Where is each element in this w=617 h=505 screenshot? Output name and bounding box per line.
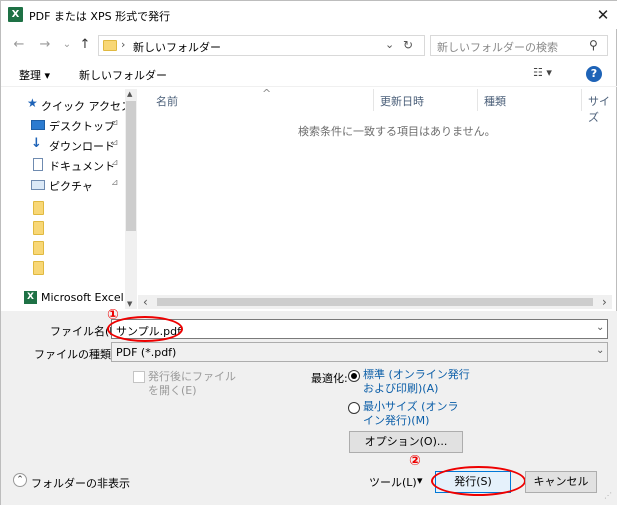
filetype-select[interactable]: PDF (*.pdf) ⌄: [111, 342, 608, 362]
address-bar[interactable]: › 新しいフォルダー ⌄ ↻: [98, 35, 425, 56]
excel-icon: X: [24, 291, 37, 304]
back-arrow-icon[interactable]: ←: [11, 36, 27, 54]
tools-button[interactable]: ツール(L): [369, 474, 417, 490]
sidebar-item-desktop[interactable]: デスクトップ ⊿: [11, 115, 123, 135]
up-arrow-icon[interactable]: ↑: [77, 36, 93, 54]
resize-grip-icon[interactable]: ⋰: [604, 491, 612, 500]
filetype-value: PDF (*.pdf): [116, 346, 177, 359]
sidebar-item-label: ピクチャ: [49, 180, 93, 193]
picture-icon: [31, 180, 45, 190]
empty-message: 検索条件に一致する項目はありません。: [298, 125, 496, 138]
chevron-up-icon[interactable]: ⌃: [13, 473, 27, 487]
new-folder-button[interactable]: 新しいフォルダー: [79, 67, 167, 83]
excel-app-icon: X: [8, 7, 23, 22]
sidebar-item-label: ダウンロード: [49, 140, 115, 153]
refresh-icon[interactable]: ↻: [403, 38, 413, 52]
address-dropdown-icon[interactable]: ⌄: [385, 38, 394, 51]
column-header-type[interactable]: 種類: [478, 89, 582, 111]
close-button[interactable]: ✕: [593, 5, 613, 25]
search-box[interactable]: 新しいフォルダーの検索 ⚲: [430, 35, 608, 56]
sort-ascending-icon: ^: [262, 87, 272, 100]
command-toolbar: 整理 ▾ 新しいフォルダー ☷ ▾ ?: [1, 61, 617, 87]
tools-dropdown-icon[interactable]: ▾: [417, 474, 423, 487]
search-input[interactable]: 新しいフォルダーの検索: [437, 39, 558, 55]
breadcrumb-current-folder[interactable]: 新しいフォルダー: [133, 39, 221, 55]
navigation-pane: ★ クイック アクセス デスクトップ ⊿ ↓ ダウンロード ⊿ ドキュメント ⊿…: [11, 89, 137, 309]
dialog-title: PDF または XPS 形式で発行: [29, 10, 171, 23]
filename-field[interactable]: サンプル.pdf ⌄: [111, 319, 608, 339]
star-icon: ★: [27, 96, 38, 110]
organize-button[interactable]: 整理 ▾: [19, 67, 50, 83]
chevron-down-icon[interactable]: ⌄: [596, 345, 604, 356]
navigation-bar: ← → ⌄ ↑ › 新しいフォルダー ⌄ ↻ 新しいフォルダーの検索 ⚲: [1, 33, 617, 57]
column-label: サイズ: [588, 95, 610, 124]
pin-icon: ⊿: [111, 158, 119, 168]
sidebar-item-downloads[interactable]: ↓ ダウンロード ⊿: [11, 135, 123, 155]
sidebar-item-documents[interactable]: ドキュメント ⊿: [11, 155, 123, 175]
sidebar-item-pictures[interactable]: ピクチャ ⊿: [11, 175, 123, 195]
scroll-down-icon[interactable]: ▼: [127, 300, 132, 308]
folder-icon[interactable]: [33, 241, 44, 255]
annotation-marker-2: ②: [409, 453, 421, 469]
save-dialog: X PDF または XPS 形式で発行 ✕ ← → ⌄ ↑ › 新しいフォルダー…: [0, 0, 617, 505]
folder-icon[interactable]: [33, 261, 44, 275]
desktop-icon: [31, 120, 45, 130]
sidebar-item-label: デスクトップ: [49, 120, 115, 133]
view-options-icon[interactable]: ☷ ▾: [533, 66, 552, 79]
options-button[interactable]: オプション(O)...: [349, 431, 463, 453]
cancel-button[interactable]: キャンセル: [525, 471, 597, 493]
sidebar-item-label: Microsoft Excel: [41, 291, 124, 304]
folder-icon[interactable]: [33, 201, 44, 215]
optimize-standard-label[interactable]: 標準 (オンライン発行および印刷)(A): [363, 368, 473, 396]
sidebar-item-microsoft-excel[interactable]: X Microsoft Excel: [11, 288, 135, 308]
forward-arrow-icon[interactable]: →: [37, 36, 53, 54]
file-list-scroll-thumb[interactable]: [157, 298, 593, 306]
open-after-publish-checkbox[interactable]: [133, 371, 145, 383]
optimize-minimum-label[interactable]: 最小サイズ (オンライン発行)(M): [363, 400, 469, 428]
folder-icon[interactable]: [33, 221, 44, 235]
sidebar-item-label: ドキュメント: [49, 160, 115, 173]
pin-icon: ⊿: [111, 178, 119, 188]
chevron-down-icon[interactable]: ⌄: [596, 322, 604, 333]
optimize-standard-radio[interactable]: [348, 370, 360, 382]
title-bar: X PDF または XPS 形式で発行 ✕: [1, 1, 617, 29]
column-label: 種類: [484, 95, 506, 108]
optimize-label: 最適化:: [311, 372, 348, 385]
folder-icon: [103, 40, 117, 51]
annotation-circle-publish: [431, 466, 526, 496]
pin-icon: ⊿: [111, 118, 119, 128]
recent-locations-icon[interactable]: ⌄: [59, 36, 75, 54]
help-icon[interactable]: ?: [586, 66, 602, 82]
sidebar-item-label: クイック アクセス: [41, 100, 132, 113]
download-icon: ↓: [31, 136, 42, 151]
scroll-up-icon[interactable]: ▲: [127, 90, 132, 98]
column-header-modified[interactable]: 更新日時: [374, 89, 478, 111]
column-label: 更新日時: [380, 95, 424, 108]
optimize-minimum-radio[interactable]: [348, 402, 360, 414]
file-list: 名前 ^ 更新日時 種類 サイズ 検索条件に一致する項目はありません。: [138, 87, 612, 309]
document-icon: [33, 158, 43, 171]
navigation-pane-scroll-thumb[interactable]: [126, 101, 136, 231]
search-icon[interactable]: ⚲: [589, 38, 598, 52]
column-label: 名前: [156, 95, 178, 108]
sidebar-item-quick-access[interactable]: ★ クイック アクセス: [11, 95, 132, 115]
hide-folders-button[interactable]: フォルダーの非表示: [31, 475, 130, 491]
annotation-circle-filename: [107, 316, 183, 342]
open-after-publish-label: 発行後にファイルを開く(E): [148, 370, 236, 397]
scroll-right-icon[interactable]: ›: [602, 295, 607, 309]
column-header-size[interactable]: サイズ: [582, 89, 612, 124]
pin-icon: ⊿: [111, 138, 119, 148]
scroll-left-icon[interactable]: ‹: [143, 295, 148, 309]
column-header-name[interactable]: 名前 ^: [138, 87, 374, 111]
breadcrumb-separator: ›: [121, 38, 126, 51]
